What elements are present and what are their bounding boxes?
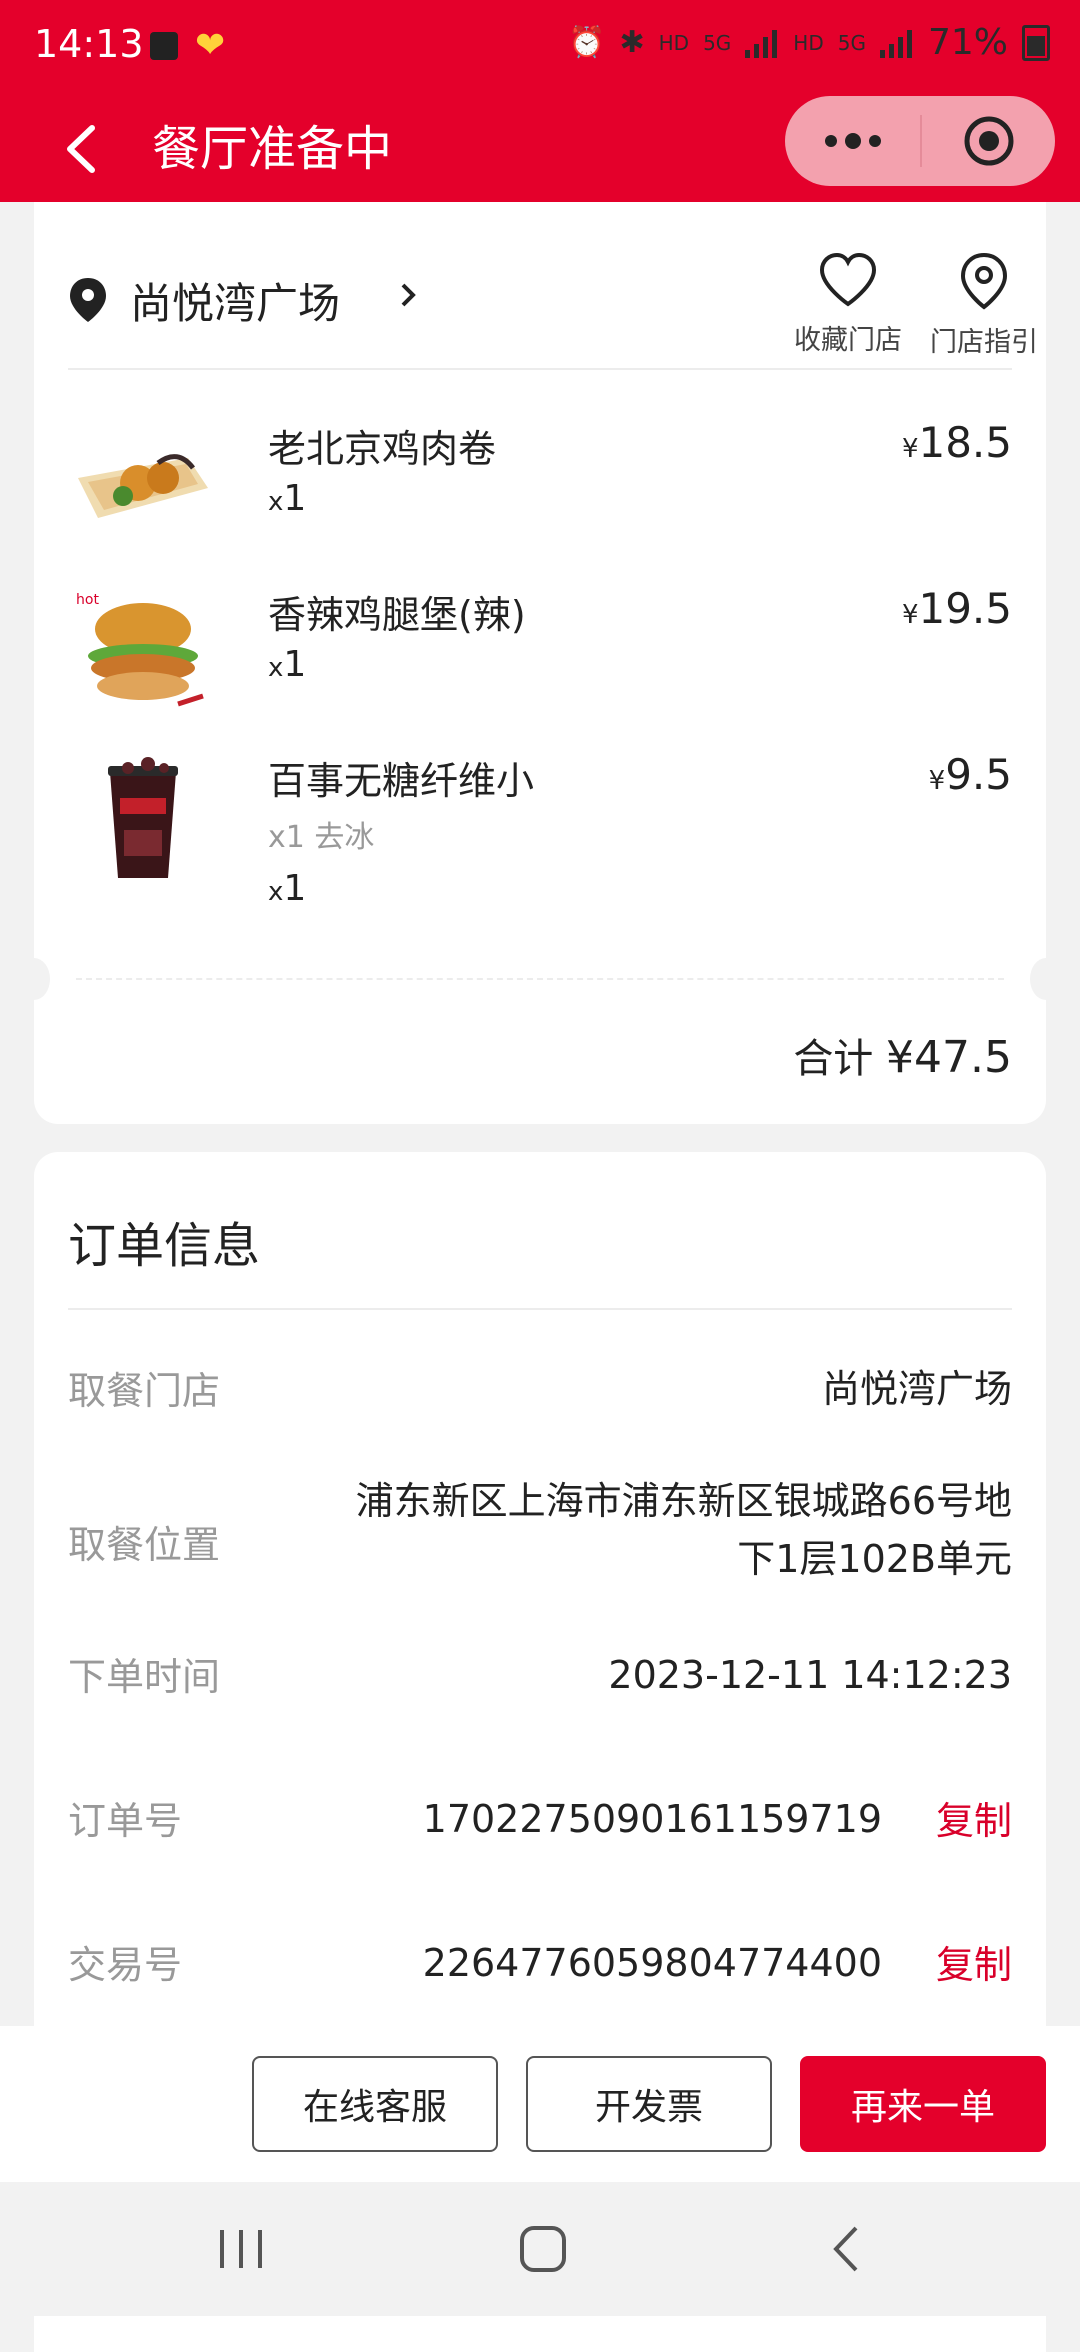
alarm-icon: ⏰ (568, 25, 606, 60)
dashed-divider (76, 978, 1004, 980)
more-button[interactable] (785, 96, 920, 186)
back-button[interactable] (50, 114, 120, 184)
store-guide-button[interactable]: 门店指引 (924, 252, 1044, 359)
total-amount: ¥47.5 (886, 1032, 1012, 1083)
store-guide-label: 门店指引 (930, 327, 1038, 358)
reorder-button[interactable]: 再来一单 (800, 2056, 1046, 2152)
status-bar: 14:13 ❤ ⏰ ✱ HD 5G HD 5G 71% (0, 0, 1080, 96)
total-label: 合计 (793, 1036, 874, 1082)
info-value: 浦东新区上海市浦东新区银城路66号地 下1层102B单元 (356, 1472, 1012, 1588)
item-price: ¥18.5 (901, 418, 1012, 467)
back-arrow-icon (67, 125, 95, 173)
address-line-1: 浦东新区上海市浦东新区银城路66号地 (355, 1479, 1012, 1523)
store-row: 尚悦湾广场 收藏门店 门店指引 (68, 252, 1038, 362)
copy-order-number-button[interactable]: 复制 (936, 1790, 1012, 1845)
item-name: 老北京鸡肉卷 (268, 427, 497, 471)
ticket-notch-left (18, 958, 50, 1000)
online-service-button[interactable]: 在线客服 (252, 2056, 498, 2152)
close-button[interactable] (922, 96, 1055, 186)
more-dots-icon (824, 133, 881, 149)
notification-icon (150, 32, 178, 60)
favorite-store-label: 收藏门店 (794, 325, 902, 356)
signal-icon-2 (879, 29, 912, 58)
item-price: ¥9.5 (928, 750, 1012, 799)
copy-transaction-number-button[interactable]: 复制 (936, 1934, 1012, 1989)
location-guide-icon (960, 252, 1008, 310)
item-name: 百事无糖纤维小 (268, 759, 535, 803)
hd-label: HD (658, 30, 690, 55)
network-label: 5G (703, 30, 732, 55)
info-label: 交易号 (68, 1943, 183, 1987)
order-total: 合计 ¥47.5 (793, 1026, 1012, 1084)
item-quantity: x1 (268, 644, 307, 685)
recent-apps-icon[interactable] (214, 2222, 268, 2276)
page-title: 餐厅准备中 (152, 121, 393, 177)
item-quantity: x1 (268, 478, 307, 519)
bluetooth-icon: ✱ (619, 25, 645, 60)
chicken-wrap-image (78, 454, 208, 518)
svg-text:hot: hot (76, 592, 99, 608)
info-label: 下单时间 (68, 1655, 221, 1699)
system-navigation-bar (0, 2182, 1080, 2316)
ticket-notch-right (1030, 958, 1062, 1000)
pepsi-cup-image (108, 757, 178, 878)
item-name: 香辣鸡腿堡(辣) (268, 593, 526, 637)
order-info-title: 订单信息 (68, 1218, 261, 1274)
item-price: ¥19.5 (901, 584, 1012, 633)
signal-icon (745, 29, 778, 58)
spicy-chicken-burger-image: hot (76, 592, 204, 707)
info-value: 尚悦湾广场 (821, 1367, 1012, 1411)
network-label-2: 5G (837, 30, 866, 55)
battery-icon (1022, 24, 1050, 61)
mini-program-capsule (785, 96, 1055, 186)
chevron-right-icon (401, 283, 416, 307)
info-label: 取餐位置 (68, 1523, 221, 1567)
app-notification-icon: ❤ (195, 25, 226, 66)
bottom-action-bar: 在线客服 开发票 再来一单 (0, 2026, 1080, 2182)
divider (68, 1308, 1012, 1310)
battery-percent: 71% (927, 22, 1008, 63)
order-number: 1702275090161159719 (422, 1797, 882, 1841)
info-label: 取餐门店 (68, 1369, 221, 1413)
divider (68, 368, 1012, 370)
status-time: 14:13 (34, 22, 144, 66)
order-items-card: 尚悦湾广场 收藏门店 门店指引 老北京鸡肉卷 ¥18.5 x1 hot 香辣鸡腿… (18, 202, 1062, 1124)
target-icon (964, 116, 1013, 166)
home-icon[interactable] (516, 2222, 570, 2276)
transaction-number: 2264776059804774400 (422, 1941, 882, 1985)
invoice-button[interactable]: 开发票 (526, 2056, 772, 2152)
favorite-store-button[interactable]: 收藏门店 (788, 252, 908, 357)
location-pin-icon (70, 278, 106, 322)
heart-icon (819, 252, 877, 307)
info-label: 订单号 (68, 1799, 183, 1843)
title-bar: 餐厅准备中 (0, 96, 1080, 202)
hd-label-2: HD (793, 30, 824, 55)
item-quantity: x1 (268, 868, 307, 909)
address-line-2: 下1层102B单元 (737, 1537, 1012, 1581)
store-name: 尚悦湾广场 (130, 279, 341, 328)
item-option: x1 去冰 (268, 820, 375, 855)
info-value: 2023-12-11 14:12:23 (608, 1653, 1012, 1697)
status-indicators: ⏰ ✱ HD 5G HD 5G 71% (568, 22, 1050, 63)
back-nav-icon[interactable] (820, 2222, 874, 2276)
